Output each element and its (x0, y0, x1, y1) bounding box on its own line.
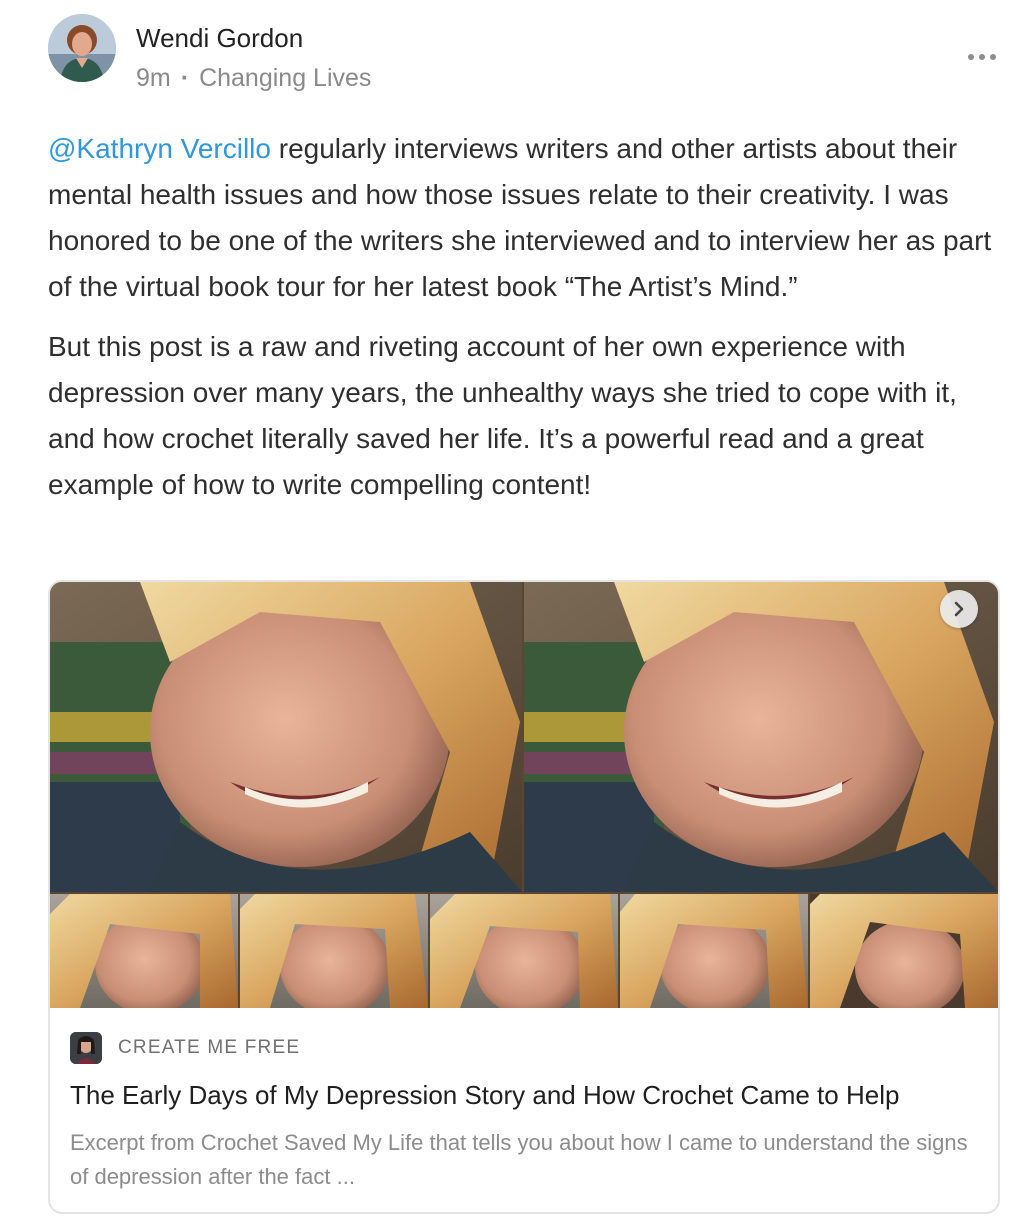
publication-name: CREATE ME FREE (118, 1037, 301, 1058)
post-meta: 9m · Changing Lives (136, 62, 371, 94)
author-avatar[interactable] (48, 14, 116, 82)
user-mention-link[interactable]: @Kathryn Vercillo (48, 133, 271, 164)
publication-row[interactable]: CREATE ME FREE (70, 1032, 300, 1064)
chevron-right-icon[interactable] (940, 590, 978, 628)
post-category[interactable]: Changing Lives (199, 64, 371, 92)
post-time: 9m (136, 64, 171, 92)
meta-separator: · (180, 64, 190, 92)
publication-logo (70, 1032, 102, 1064)
more-dot (990, 54, 996, 60)
link-preview-title[interactable]: The Early Days of My Depression Story an… (70, 1078, 980, 1112)
link-preview-card[interactable]: CREATE ME FREE The Early Days of My Depr… (48, 580, 1000, 1214)
author-name[interactable]: Wendi Gordon (136, 22, 303, 54)
chevron-right-glyph (954, 601, 964, 617)
post-paragraph-2: But this post is a raw and riveting acco… (48, 331, 957, 500)
post-paragraph-1: @Kathryn Vercillo regularly interviews w… (48, 126, 998, 310)
more-dot (968, 54, 974, 60)
link-preview-image (50, 582, 998, 1008)
post-body: @Kathryn Vercillo regularly interviews w… (48, 126, 998, 508)
more-options-icon[interactable] (962, 46, 1002, 68)
link-preview-excerpt: Excerpt from Crochet Saved My Life that … (70, 1130, 968, 1189)
more-dot (979, 54, 985, 60)
